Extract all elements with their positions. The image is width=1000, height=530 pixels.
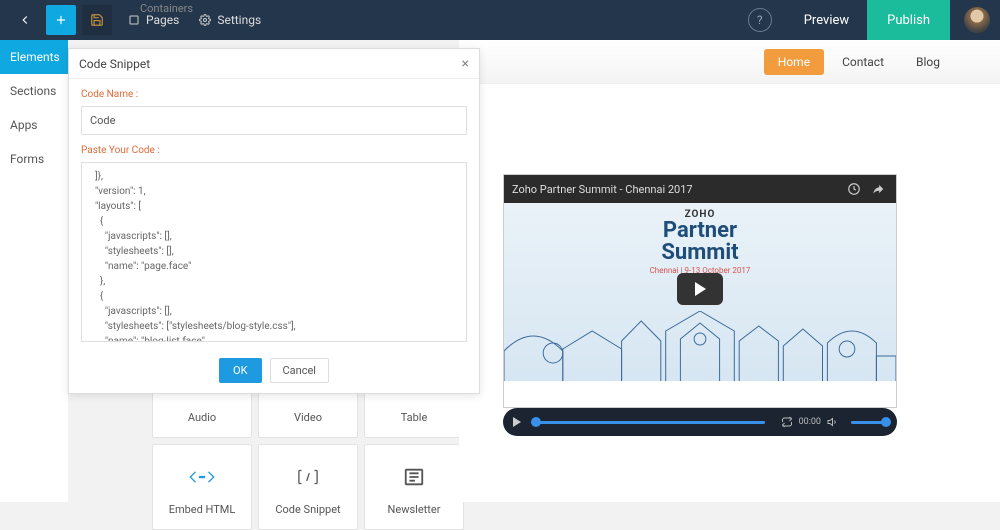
time-label: 00:00 <box>799 417 821 427</box>
publish-button[interactable]: Publish <box>867 0 950 40</box>
add-button[interactable] <box>46 5 76 35</box>
settings-link[interactable]: Settings <box>189 5 271 35</box>
progress-bar[interactable] <box>531 421 765 424</box>
skyline-illustration <box>504 311 896 381</box>
back-button[interactable] <box>10 5 40 35</box>
card-label: Table <box>401 411 428 424</box>
share-icon[interactable] <box>868 179 888 199</box>
code-name-input[interactable] <box>81 106 467 135</box>
video-embed: Zoho Partner Summit - Chennai 2017 ZOHO … <box>503 174 897 408</box>
volume-bar[interactable] <box>851 421 887 424</box>
nav-elements[interactable]: Elements <box>0 40 68 74</box>
nav-home[interactable]: Home <box>764 49 824 75</box>
avatar[interactable] <box>964 7 990 33</box>
poster-line1: Partner <box>663 220 737 242</box>
code-name-label: Code Name : <box>81 89 467 100</box>
preview-button[interactable]: Preview <box>786 0 867 40</box>
video-header: Zoho Partner Summit - Chennai 2017 <box>504 175 896 203</box>
nav-contact[interactable]: Contact <box>828 49 898 75</box>
embed-icon <box>189 459 215 495</box>
nav-sections[interactable]: Sections <box>0 74 68 108</box>
card-embed-html[interactable]: Embed HTML <box>152 444 252 530</box>
card-code-snippet[interactable]: Code Snippet <box>258 444 358 530</box>
ok-button[interactable]: OK <box>219 358 261 383</box>
play-button[interactable] <box>677 273 723 305</box>
code-snippet-modal: Code Snippet × Code Name : Paste Your Co… <box>68 48 480 394</box>
card-label: Embed HTML <box>169 503 236 516</box>
pages-label: Pages <box>146 13 179 27</box>
loop-icon[interactable] <box>781 416 793 428</box>
video-title: Zoho Partner Summit - Chennai 2017 <box>512 183 840 196</box>
modal-footer: OK Cancel <box>69 350 479 393</box>
watch-later-icon[interactable] <box>844 179 864 199</box>
nav-apps[interactable]: Apps <box>0 108 68 142</box>
control-play[interactable] <box>513 417 521 427</box>
preview-pane: Home Contact Blog Zoho Partner Summit - … <box>459 40 1000 502</box>
cancel-button[interactable]: Cancel <box>270 358 329 383</box>
left-nav: Elements Sections Apps Forms <box>0 40 68 502</box>
media-controls: 00:00 <box>503 408 897 436</box>
site-nav: Home Contact Blog <box>459 40 1000 84</box>
help-button[interactable]: ? <box>748 8 772 32</box>
modal-title: Code Snippet <box>79 57 150 71</box>
close-icon[interactable]: × <box>462 56 469 72</box>
newsletter-icon <box>403 459 425 495</box>
save-button[interactable] <box>82 5 112 35</box>
containers-label: Containers <box>140 2 193 15</box>
nav-blog[interactable]: Blog <box>902 49 954 75</box>
card-label: Code Snippet <box>275 503 340 516</box>
paste-code-label: Paste Your Code : <box>81 145 467 156</box>
poster-line2: Summit <box>661 242 738 264</box>
nav-forms[interactable]: Forms <box>0 142 68 176</box>
settings-label: Settings <box>217 13 261 27</box>
video-poster: ZOHO Partner Summit Chennai | 9-13 Octob… <box>504 203 896 381</box>
code-icon <box>295 459 321 495</box>
card-newsletter[interactable]: Newsletter <box>364 444 464 530</box>
card-label: Newsletter <box>388 503 441 516</box>
card-label: Video <box>294 411 322 424</box>
volume-icon[interactable] <box>827 416 839 428</box>
code-textarea[interactable]: ]}, "version": 1, "layouts": [ { "javasc… <box>81 162 467 342</box>
card-label: Audio <box>188 411 216 424</box>
modal-titlebar: Code Snippet × <box>69 49 479 79</box>
